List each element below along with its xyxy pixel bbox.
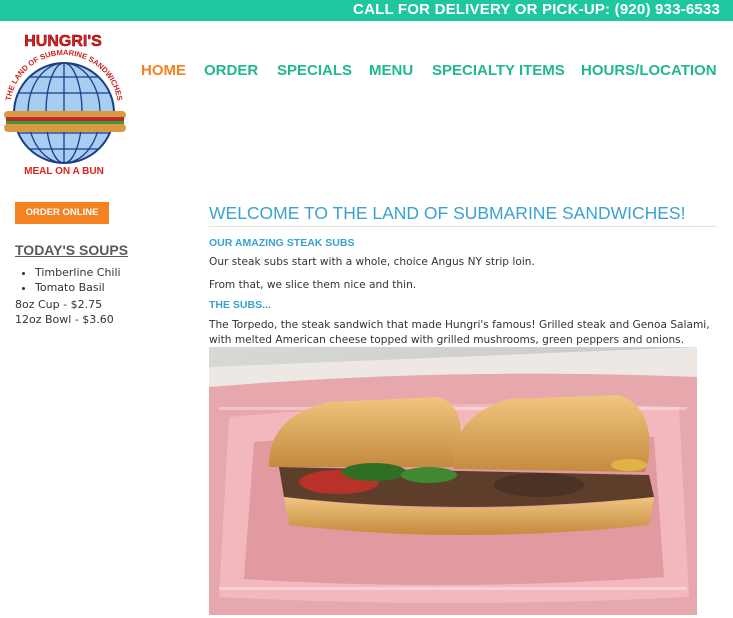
nav-order[interactable]: ORDER: [204, 62, 258, 79]
steak-subs-text-2: From that, we slice them nice and thin.: [209, 279, 417, 291]
logo-slogan-text: MEAL ON A BUN: [24, 166, 104, 177]
order-online-button[interactable]: ORDER ONLINE: [15, 202, 109, 224]
steak-subs-heading: OUR AMAZING STEAK SUBS: [209, 237, 355, 249]
soup-item: Timberline Chili: [35, 265, 121, 280]
logo-brand-text: HUNGRI'S: [24, 33, 102, 50]
the-subs-heading: THE SUBS...: [209, 299, 271, 311]
nav-home[interactable]: HOME: [141, 62, 186, 79]
phone-banner: CALL FOR DELIVERY OR PICK-UP: (920) 933-…: [353, 1, 720, 18]
nav-specials[interactable]: SPECIALS: [277, 62, 352, 79]
title-divider: [209, 226, 717, 227]
torpedo-sandwich-photo: [209, 347, 697, 615]
steak-subs-text-1: Our steak subs start with a whole, choic…: [209, 256, 535, 268]
price-cup: 8oz Cup - $2.75: [15, 298, 103, 311]
globe-sandwich-logo-icon: HUNGRI'S THE LAND OF SUBMARINE SANDWICHE…: [4, 33, 126, 177]
soup-item: Tomato Basil: [35, 280, 121, 295]
nav-hours-location[interactable]: HOURS/LOCATION: [581, 62, 717, 79]
main-nav: HOME ORDER SPECIALS MENU SPECIALTY ITEMS…: [0, 62, 733, 82]
soups-list: Timberline Chili Tomato Basil: [0, 265, 121, 295]
site-logo[interactable]: HUNGRI'S THE LAND OF SUBMARINE SANDWICHE…: [0, 27, 130, 179]
nav-menu[interactable]: MENU: [369, 62, 413, 79]
nav-specialty-items[interactable]: SPECIALTY ITEMS: [432, 62, 565, 79]
top-bar: CALL FOR DELIVERY OR PICK-UP: (920) 933-…: [0, 0, 733, 21]
page-title: WELCOME TO THE LAND OF SUBMARINE SANDWIC…: [209, 203, 686, 223]
torpedo-description: The Torpedo, the steak sandwich that mad…: [209, 319, 710, 346]
price-bowl: 12oz Bowl - $3.60: [15, 313, 114, 326]
sandwich-photo-image: [209, 347, 697, 615]
todays-soups-heading: TODAY'S SOUPS: [15, 242, 129, 258]
